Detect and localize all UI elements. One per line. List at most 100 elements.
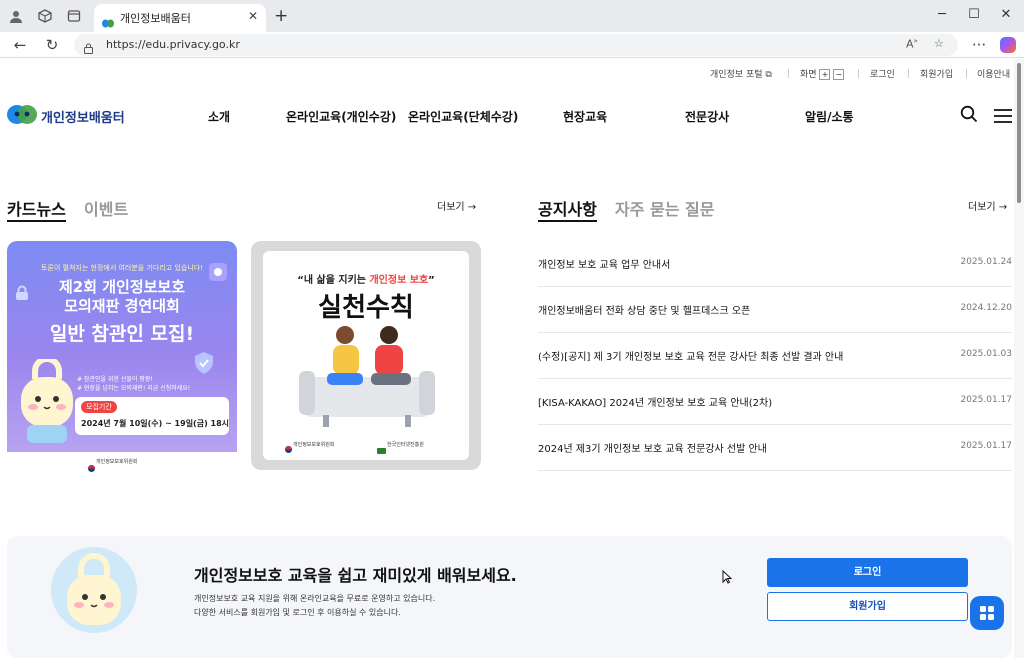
minimize-icon[interactable]: ─ bbox=[932, 7, 952, 22]
nav-item-onsite[interactable]: 현장교육 bbox=[563, 108, 607, 125]
login-link[interactable]: 로그인 bbox=[870, 67, 895, 80]
divider bbox=[966, 69, 967, 78]
url-field[interactable]: https://edu.privacy.go.kr A» ☆ bbox=[74, 34, 958, 56]
join-button[interactable]: 회원가입 bbox=[767, 592, 968, 621]
zoom-out-button[interactable]: − bbox=[833, 69, 845, 80]
zoom-in-button[interactable]: + bbox=[819, 69, 831, 80]
notice-title: 2024년 제3기 개인정보 보호 교육 전문강사 선발 안내 bbox=[538, 444, 767, 455]
portal-link-label: 개인정보 포털 bbox=[710, 70, 763, 80]
tab-card-news[interactable]: 카드뉴스 bbox=[7, 196, 66, 220]
maximize-icon[interactable]: ☐ bbox=[964, 7, 984, 22]
notice-title: [KISA-KAKAO] 2024년 개인정보 보호 교육 안내(2차) bbox=[538, 398, 773, 409]
new-tab-icon[interactable]: + bbox=[274, 6, 288, 26]
scrollbar-thumb[interactable] bbox=[1017, 63, 1021, 203]
divider bbox=[858, 69, 859, 78]
notice-date: 2025.01.17 bbox=[960, 441, 1012, 451]
notice-row[interactable]: [KISA-KAKAO] 2024년 개인정보 보호 교육 안내(2차) 202… bbox=[538, 379, 1012, 425]
card-title-line2: 모의재판 경연대회 bbox=[64, 297, 180, 315]
close-tab-icon[interactable]: ✕ bbox=[248, 9, 258, 23]
more-options-icon[interactable]: ··· bbox=[970, 36, 988, 54]
notice-date: 2025.01.03 bbox=[960, 349, 1012, 359]
card-more-link[interactable]: 더보기 → bbox=[437, 198, 476, 213]
notice-date: 2025.01.24 bbox=[960, 257, 1012, 267]
tab-actions-icon[interactable] bbox=[66, 8, 82, 24]
tab-event[interactable]: 이벤트 bbox=[84, 196, 128, 220]
flower-icon bbox=[209, 263, 227, 285]
url-text: https://edu.privacy.go.kr bbox=[106, 38, 240, 51]
notice-date: 2025.01.17 bbox=[960, 395, 1012, 405]
lock-icon[interactable] bbox=[84, 39, 93, 54]
shield-icon bbox=[193, 351, 215, 379]
card-quote-highlight: 개인정보 보호 bbox=[369, 275, 429, 286]
notice-row[interactable]: (수정)[공지] 제 3기 개인정보 보호 교육 전문 강사단 최종 선발 결과… bbox=[538, 333, 1012, 379]
nav-item-instructors[interactable]: 전문강사 bbox=[685, 108, 729, 125]
card-title-line3: 일반 참관인 모집! bbox=[49, 323, 195, 345]
notice-title: 개인정보배움터 전화 상담 중단 및 헬프데스크 오픈 bbox=[538, 306, 751, 317]
notice-title: (수정)[공지] 제 3기 개인정보 보호 교육 전문 강사단 최종 선발 결과… bbox=[538, 352, 844, 363]
card-subtext: 토론이 펼쳐지는 현장에서 여러분을 기다리고 있습니다! bbox=[40, 264, 204, 272]
card-org-2: 한국인터넷진흥원 bbox=[387, 442, 424, 448]
search-icon[interactable] bbox=[960, 105, 978, 123]
back-icon[interactable]: ← bbox=[11, 36, 29, 54]
card-news-item-guidelines[interactable]: “내 삶을 지키는 개인정보 보호” 실천수칙 개인정보보호위원회 한국인터넷진… bbox=[251, 241, 481, 470]
card-title-line1: 제2회 개인정보보호 bbox=[58, 278, 186, 296]
nav-item-online-group[interactable]: 온라인교육(단체수강) bbox=[408, 108, 518, 125]
card-quote-start: “내 삶을 지키는 bbox=[297, 275, 370, 286]
quick-menu-button[interactable] bbox=[970, 596, 1004, 630]
notice-title: 개인정보 보호 교육 업무 안내서 bbox=[538, 260, 671, 271]
zoom-control: 화면 + − bbox=[800, 67, 845, 80]
notice-row[interactable]: 개인정보배움터 전화 상담 중단 및 헬프데스크 오픈 2024.12.20 bbox=[538, 287, 1012, 333]
government-emblem-icon bbox=[88, 457, 95, 476]
copilot-icon[interactable] bbox=[1000, 37, 1016, 53]
people-gaming-illustration-icon bbox=[299, 325, 435, 433]
hamburger-menu-icon[interactable] bbox=[994, 108, 1012, 123]
login-button[interactable]: 로그인 bbox=[767, 558, 968, 587]
notice-more-link[interactable]: 더보기 → bbox=[968, 198, 1007, 213]
notice-date: 2024.12.20 bbox=[960, 303, 1012, 313]
nav-item-online-individual[interactable]: 온라인교육(개인수강) bbox=[286, 108, 396, 125]
card-org: 개인정보보호위원회 bbox=[96, 459, 138, 465]
government-emblem-icon bbox=[285, 438, 292, 457]
card-quote: “내 삶을 지키는 개인정보 보호” bbox=[263, 271, 469, 286]
card-note: # 참관인을 위한 선물이 팡팡! bbox=[77, 376, 153, 383]
nav-item-about[interactable]: 소개 bbox=[208, 108, 230, 125]
card-title: 실천수칙 bbox=[318, 293, 414, 323]
notice-row[interactable]: 개인정보 보호 교육 업무 안내서 2025.01.24 bbox=[538, 241, 1012, 287]
tab-faq[interactable]: 자주 묻는 질문 bbox=[615, 196, 714, 220]
card-notes: # 참관인을 위한 선물이 팡팡! # 현장을 넘치는 모의재판! 지금 신청하… bbox=[77, 375, 190, 393]
workspaces-icon[interactable] bbox=[37, 8, 53, 24]
divider bbox=[908, 69, 909, 78]
active-tab-underline bbox=[538, 220, 597, 222]
card-news-item-trial[interactable]: 토론이 펼쳐지는 현장에서 여러분을 기다리고 있습니다! 제2회 개인정보보호… bbox=[7, 241, 237, 452]
logo-icon[interactable] bbox=[7, 105, 37, 124]
profile-icon[interactable] bbox=[8, 8, 24, 24]
mascot-avatar-icon bbox=[51, 547, 137, 637]
active-tab-underline bbox=[7, 220, 66, 222]
refresh-icon[interactable]: ↻ bbox=[43, 36, 61, 54]
card-quote-end: ” bbox=[428, 275, 435, 286]
tab-notice[interactable]: 공지사항 bbox=[538, 196, 597, 220]
banner-title: 개인정보보호 교육을 쉽고 재미있게 배워보세요. bbox=[194, 566, 517, 585]
close-window-icon[interactable]: ✕ bbox=[996, 7, 1016, 22]
mascot-character-icon bbox=[17, 356, 77, 451]
portal-link[interactable]: 개인정보 포털 ⧉ bbox=[710, 67, 772, 80]
banner-description: 다양한 서비스를 회원가입 및 로그인 후 이용하실 수 있습니다. bbox=[194, 608, 401, 617]
favorite-star-icon[interactable]: ☆ bbox=[934, 37, 944, 50]
logo-text[interactable]: 개인정보배움터 bbox=[41, 107, 125, 126]
kisa-logo-icon bbox=[377, 439, 386, 458]
card-inner: “내 삶을 지키는 개인정보 보호” 실천수칙 개인정보보호위원회 한국인터넷진… bbox=[263, 251, 469, 460]
grid-icon bbox=[980, 606, 994, 620]
read-aloud-icon[interactable]: A» bbox=[906, 37, 918, 51]
page-content: 개인정보 포털 ⧉ 화면 + − 로그인 회원가입 이용안내 개인정보배움터 소… bbox=[0, 59, 1014, 658]
active-tab[interactable]: 개인정보배움터 ✕ bbox=[94, 4, 266, 32]
lock-illustration-icon bbox=[15, 285, 29, 305]
join-link[interactable]: 회원가입 bbox=[920, 67, 953, 80]
guide-link[interactable]: 이용안내 bbox=[977, 67, 1010, 80]
address-bar: ← ↻ https://edu.privacy.go.kr A» ☆ ··· bbox=[0, 32, 1024, 58]
page-scrollbar[interactable] bbox=[1014, 59, 1024, 658]
card-note: # 현장을 넘치는 모의재판! 지금 신청하세요! bbox=[77, 385, 191, 392]
notice-row[interactable]: 2024년 제3기 개인정보 보호 교육 전문강사 선발 안내 2025.01.… bbox=[538, 425, 1012, 471]
external-link-icon: ⧉ bbox=[765, 70, 772, 80]
nav-item-notice[interactable]: 알림/소통 bbox=[805, 108, 854, 125]
mouse-cursor-icon bbox=[722, 569, 733, 584]
